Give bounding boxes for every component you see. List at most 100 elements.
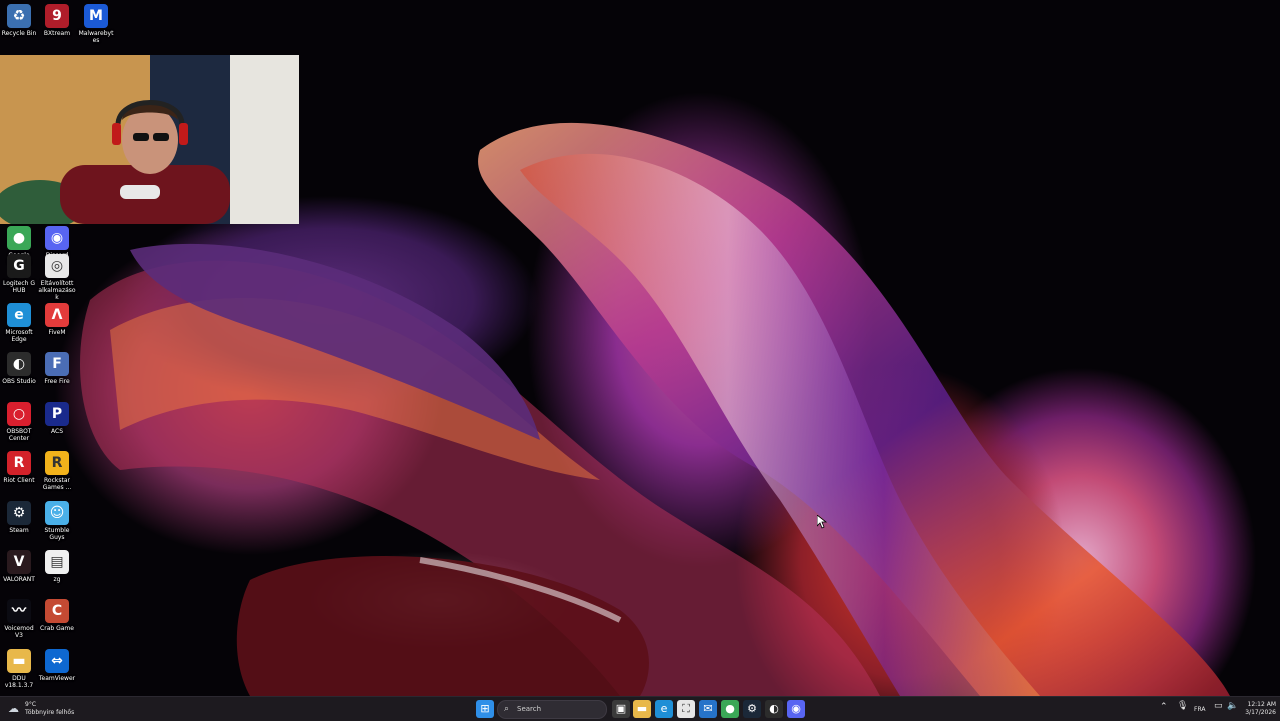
desktop-icon-label: BXtream xyxy=(43,30,71,37)
taskbar-file-explorer-button[interactable]: ▬ xyxy=(633,700,651,718)
taskbar-mail-button[interactable]: ✉ xyxy=(699,700,717,718)
voicemod-icon: 〰 xyxy=(7,599,31,623)
desktop-icon-voicemod[interactable]: 〰 Voicemod V3 xyxy=(0,599,38,639)
taskbar-start-button[interactable]: ⊞ xyxy=(476,700,494,718)
obsbot-icon: ○ xyxy=(7,402,31,426)
weather-description: Többnyire felhős xyxy=(25,709,75,716)
store-icon: ⛶ xyxy=(682,702,690,715)
language-indicator[interactable]: FRA xyxy=(1194,706,1205,713)
search-icon: ⌕ xyxy=(504,704,510,714)
taskbar-search-box[interactable]: ⌕ Search xyxy=(497,700,607,719)
desktop-icon-bxtream[interactable]: 9 BXtream xyxy=(38,4,76,37)
chrome-icon: ● xyxy=(725,702,735,715)
folder-icon: ▬ xyxy=(636,702,648,715)
desktop-icon-label: VALORANT xyxy=(3,576,35,583)
riot-client-icon: R xyxy=(7,451,31,475)
obs-icon: ◐ xyxy=(769,702,779,715)
desktop-icon-label: Voicemod V3 xyxy=(4,625,34,639)
bxtream-icon: 9 xyxy=(45,4,69,28)
desktop-icon-label: Microsoft Edge xyxy=(5,329,33,343)
taskbar-steam-button[interactable]: ⚙ xyxy=(743,700,761,718)
taskbar: ☁ 9°C Többnyire felhős ⊞ ▣ ▬ e ⛶ ✉ ● ⚙ ◐ ◉ ⌕ Sear… xyxy=(0,696,1280,721)
fivem-icon: Λ xyxy=(45,303,69,327)
clock-date: 3/17/2026 xyxy=(1245,709,1276,716)
speaker-icon[interactable]: 🔈 xyxy=(1227,701,1238,711)
desktop-wallpaper: ♻Recycle Bin9BXtreamMMalwarebytes●Google… xyxy=(0,0,1280,696)
desktop-icon-label: zg xyxy=(53,576,61,583)
steam-icon: ⚙ xyxy=(747,702,757,715)
edge-icon: e xyxy=(660,702,668,715)
steam-icon: ⚙ xyxy=(7,501,31,525)
obs-icon: ◐ xyxy=(7,352,31,376)
desktop-icon-riot-client[interactable]: R Riot Client xyxy=(0,451,38,484)
desktop-icon-label: Malwarebytes xyxy=(78,30,114,44)
taskbar-discord-button[interactable]: ◉ xyxy=(787,700,805,718)
weather-temp: 9°C xyxy=(25,701,37,708)
logitech-icon: G xyxy=(7,254,31,278)
desktop-icon-fivem[interactable]: Λ FiveM xyxy=(38,303,76,336)
desktop-icon-edge[interactable]: e Microsoft Edge xyxy=(0,303,38,343)
edge-icon: e xyxy=(7,303,31,327)
discord-icon: ◉ xyxy=(45,226,69,250)
acs-icon: P xyxy=(45,402,69,426)
clock-time: 12:12 AM xyxy=(1247,701,1276,708)
weather-widget[interactable]: ☁ 9°C Többnyire felhős xyxy=(8,700,88,718)
desktop-icon-acs[interactable]: P ACS xyxy=(38,402,76,435)
taskbar-chrome-button[interactable]: ● xyxy=(721,700,739,718)
desktop-icon-label: Recycle Bin xyxy=(1,30,37,37)
chrome-icon: ● xyxy=(7,226,31,250)
file-icon: ▤ xyxy=(45,550,69,574)
taskbar-store-button[interactable]: ⛶ xyxy=(677,700,695,718)
rockstar-icon: R xyxy=(45,451,69,475)
desktop-icon-label: Eltávolított alkalmazások xyxy=(38,280,76,301)
windows-start-icon: ⊞ xyxy=(480,702,490,715)
desktop-icon-obsbot[interactable]: ○ OBSBOT Center xyxy=(0,402,38,442)
desktop-icon-label: Free Fire xyxy=(44,378,70,385)
weather-cloud-icon: ☁ xyxy=(8,702,19,715)
desktop-icon-label: TeamViewer xyxy=(38,675,76,682)
valorant-icon: V xyxy=(7,550,31,574)
search-placeholder: Search xyxy=(517,705,542,713)
desktop-icon-crab-game[interactable]: C Crab Game xyxy=(38,599,76,632)
desktop-icon-label: Logitech G HUB xyxy=(2,280,36,294)
desktop-icon-label: FiveM xyxy=(48,329,66,336)
desktop-icon-label: OBS Studio xyxy=(2,378,36,385)
desktop-icon-steam[interactable]: ⚙ Steam xyxy=(0,501,38,534)
desktop-icon-label: Steam xyxy=(9,527,29,534)
taskbar-obs-button[interactable]: ◐ xyxy=(765,700,783,718)
free-fire-icon: F xyxy=(45,352,69,376)
desktop-icon-malwarebytes[interactable]: M Malwarebytes xyxy=(77,4,115,44)
recycle-bin-icon: ♻ xyxy=(7,4,31,28)
malwarebytes-icon: M xyxy=(84,4,108,28)
microphone-icon[interactable]: 🎙 xyxy=(1177,701,1188,711)
desktop-icon-folder[interactable]: ▬ DDU v18.1.3.7 xyxy=(0,649,38,689)
desktop-icon-label: Riot Client xyxy=(3,477,35,484)
desktop-icon-valorant[interactable]: V VALORANT xyxy=(0,550,38,583)
desktop-icon-label: ACS xyxy=(51,428,63,435)
desktop-icon-label: Rockstar Games ... xyxy=(42,477,72,491)
network-icon[interactable]: ▭ xyxy=(1214,701,1223,711)
desktop-icon-rockstar[interactable]: R Rockstar Games ... xyxy=(38,451,76,491)
desktop-icon-free-fire[interactable]: F Free Fire xyxy=(38,352,76,385)
desktop-icon-recycle-bin[interactable]: ♻ Recycle Bin xyxy=(0,4,38,37)
crab-game-icon: C xyxy=(45,599,69,623)
desktop-icon-file[interactable]: ▤ zg xyxy=(38,550,76,583)
stumble-guys-icon: ☺ xyxy=(45,501,69,525)
clock[interactable]: 12:12 AM 3/17/2026 xyxy=(1240,700,1276,718)
mail-icon: ✉ xyxy=(703,702,713,715)
webcam-person-image xyxy=(0,55,299,224)
desktop-icon-stumble-guys[interactable]: ☺ Stumble Guys xyxy=(38,501,76,541)
teamviewer-icon: ⇔ xyxy=(45,649,69,673)
webcam-overlay xyxy=(0,55,299,224)
desktop-icon-chrome-shortcut[interactable]: ◎ Eltávolított alkalmazások xyxy=(38,254,76,301)
desktop-icon-logitech[interactable]: G Logitech G HUB xyxy=(0,254,38,294)
chevron-up-icon[interactable]: ⌃ xyxy=(1160,702,1168,712)
desktop-icon-label: DDU v18.1.3.7 xyxy=(4,675,34,689)
taskbar-edge-button[interactable]: e xyxy=(655,700,673,718)
taskbar-task-view-button[interactable]: ▣ xyxy=(612,700,630,718)
folder-icon: ▬ xyxy=(7,649,31,673)
desktop-icon-label: OBSBOT Center xyxy=(6,428,32,442)
desktop-icon-label: Stumble Guys xyxy=(44,527,70,541)
desktop-icon-teamviewer[interactable]: ⇔ TeamViewer xyxy=(38,649,76,682)
desktop-icon-obs[interactable]: ◐ OBS Studio xyxy=(0,352,38,385)
